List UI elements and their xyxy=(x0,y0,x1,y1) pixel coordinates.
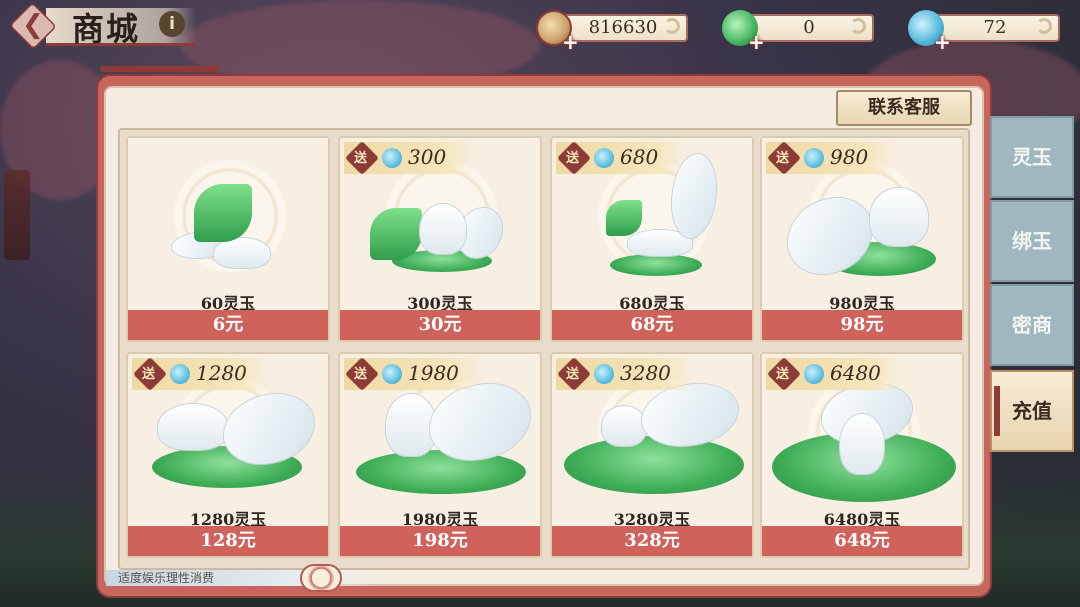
fox-icon xyxy=(840,414,884,474)
bonus-banner: 送 300 xyxy=(344,141,472,175)
back-arrow-icon[interactable]: ❮ xyxy=(18,10,48,40)
bonus-amount: 3280 xyxy=(620,361,671,385)
tab-bangyu[interactable]: 绑玉 xyxy=(990,200,1074,282)
bonus-amount: 300 xyxy=(408,145,447,169)
add-green-jade-button[interactable]: + xyxy=(748,30,765,54)
bonus-amount: 6480 xyxy=(830,361,881,385)
title-ribbon xyxy=(100,66,220,72)
product-price[interactable]: 30元 xyxy=(340,310,540,340)
blue-jade-icon xyxy=(804,364,824,384)
add-copper-button[interactable]: + xyxy=(562,30,579,54)
bonus-amount: 1280 xyxy=(196,361,247,385)
contact-support-button[interactable]: 联系客服 xyxy=(836,90,972,126)
bonus-seal-label: 送 xyxy=(776,151,790,166)
bonus-amount: 680 xyxy=(620,145,659,169)
currency-green-jade: 0 + xyxy=(722,10,876,54)
fox-icon xyxy=(420,204,466,254)
jade-leaf-icon xyxy=(194,184,252,242)
product-card-60[interactable]: 60灵玉 6元 xyxy=(126,136,330,342)
blue-jade-icon xyxy=(804,148,824,168)
swirl-ornament-icon xyxy=(664,18,680,34)
bonus-amount: 980 xyxy=(830,145,869,169)
product-card-1280[interactable]: 送 1280 1280灵玉 128元 xyxy=(126,352,330,558)
jade-pile-icon xyxy=(610,254,702,276)
swirl-ornament-icon xyxy=(1036,18,1052,34)
jade-leaf-icon xyxy=(370,208,422,260)
product-price[interactable]: 648元 xyxy=(762,526,962,556)
bonus-banner: 送 3280 xyxy=(556,357,692,391)
background-lantern xyxy=(4,170,30,260)
fox-icon xyxy=(386,394,436,456)
bonus-banner: 送 980 xyxy=(766,141,894,175)
product-price[interactable]: 98元 xyxy=(762,310,962,340)
bonus-seal-label: 送 xyxy=(142,367,156,382)
knot-ornament-icon xyxy=(300,564,342,592)
tab-recharge[interactable]: 充值 xyxy=(990,370,1074,452)
bonus-seal-label: 送 xyxy=(776,367,790,382)
jade-pile-icon xyxy=(564,436,744,494)
fox-icon xyxy=(602,406,646,446)
product-card-3280[interactable]: 送 3280 3280灵玉 328元 xyxy=(550,352,754,558)
fox-icon xyxy=(870,188,928,246)
bonus-seal-label: 送 xyxy=(566,151,580,166)
product-price[interactable]: 128元 xyxy=(128,526,328,556)
bonus-banner: 送 1980 xyxy=(344,357,480,391)
bonus-seal-label: 送 xyxy=(354,367,368,382)
product-card-980[interactable]: 送 980 980灵玉 98元 xyxy=(760,136,964,342)
product-price[interactable]: 328元 xyxy=(552,526,752,556)
tab-mishang[interactable]: 密商 xyxy=(990,284,1074,366)
info-icon[interactable]: i xyxy=(159,11,185,37)
bonus-seal-label: 送 xyxy=(354,151,368,166)
jade-leaf-icon xyxy=(606,200,642,236)
page-title: 商城 xyxy=(72,10,141,48)
bonus-banner: 送 1280 xyxy=(132,357,268,391)
add-blue-jade-button[interactable]: + xyxy=(934,30,951,54)
fox-icon xyxy=(158,404,228,450)
product-card-300[interactable]: 送 300 300灵玉 30元 xyxy=(338,136,542,342)
bonus-amount: 1980 xyxy=(408,361,459,385)
swirl-ornament-icon xyxy=(850,18,866,34)
product-price[interactable]: 198元 xyxy=(340,526,540,556)
bonus-banner: 送 680 xyxy=(556,141,684,175)
bonus-banner: 送 6480 xyxy=(766,357,902,391)
currency-blue-jade: 72 + xyxy=(908,10,1062,54)
product-card-680[interactable]: 送 680 680灵玉 68元 xyxy=(550,136,754,342)
product-price[interactable]: 6元 xyxy=(128,310,328,340)
blue-jade-icon xyxy=(382,364,402,384)
tab-lingyu[interactable]: 灵玉 xyxy=(990,116,1074,198)
product-card-1980[interactable]: 送 1980 1980灵玉 198元 xyxy=(338,352,542,558)
product-card-6480[interactable]: 送 6480 6480灵玉 648元 xyxy=(760,352,964,558)
blue-jade-icon xyxy=(594,364,614,384)
blue-jade-icon xyxy=(594,148,614,168)
blue-jade-icon xyxy=(170,364,190,384)
jade-pile-icon xyxy=(356,450,526,494)
currency-copper: 816630 + xyxy=(536,10,690,54)
fox-icon xyxy=(214,238,270,268)
blue-jade-icon xyxy=(382,148,402,168)
bonus-seal-label: 送 xyxy=(566,367,580,382)
product-price[interactable]: 68元 xyxy=(552,310,752,340)
